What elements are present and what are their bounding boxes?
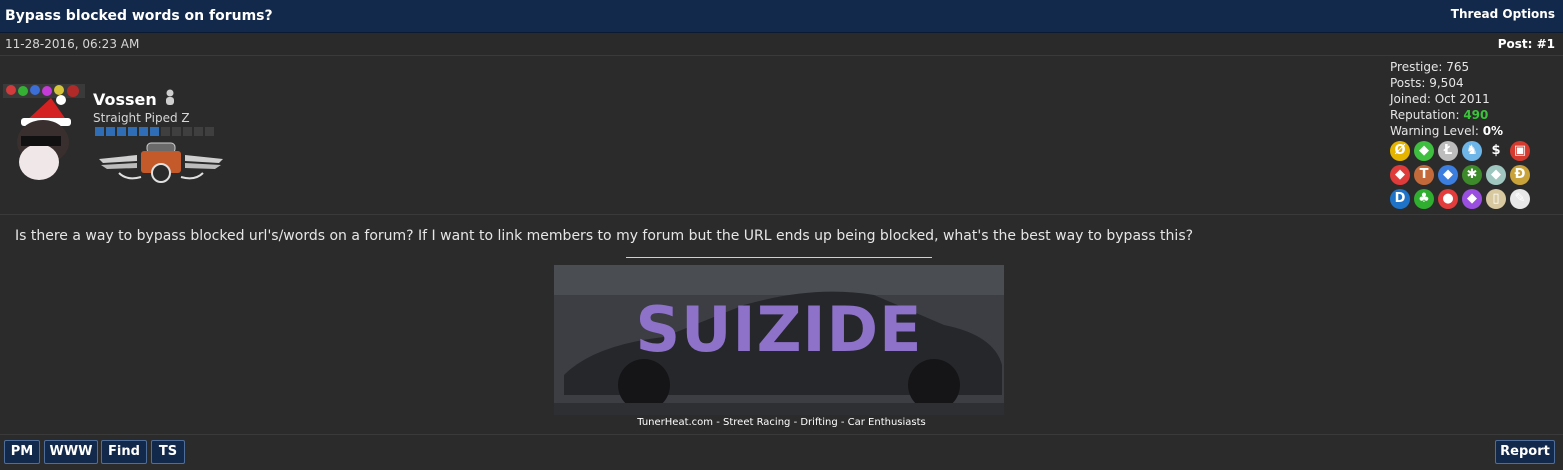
reputation-segment	[161, 127, 170, 136]
post-number-link[interactable]: #1	[1537, 37, 1555, 51]
pm-button[interactable]: PM	[4, 440, 40, 464]
offline-status-icon	[166, 89, 174, 105]
www-button[interactable]: WWW	[44, 440, 98, 464]
user-title: Straight Piped Z	[93, 111, 190, 125]
gift-icon[interactable]: ▣	[1510, 141, 1530, 161]
user-avatar[interactable]	[3, 84, 85, 182]
leaf-icon[interactable]: ✱	[1462, 165, 1482, 185]
dogecoin-icon[interactable]: Ð	[1510, 165, 1530, 185]
reputation-segment	[95, 127, 104, 136]
ornament-lights-icon	[6, 85, 16, 95]
find-button[interactable]: Find	[101, 440, 147, 464]
prestige-stat: Prestige: 765	[1390, 59, 1503, 75]
post-message: Is there a way to bypass blocked url's/w…	[15, 228, 1194, 244]
posts-stat: Posts: 9,504	[1390, 75, 1503, 91]
notepad-icon[interactable]: ✎	[1510, 189, 1530, 209]
post-content: Is there a way to bypass blocked url's/w…	[0, 215, 1563, 435]
thread-options-link[interactable]: Thread Options	[1451, 7, 1555, 21]
signature-divider	[626, 257, 932, 258]
reputation-segment	[172, 127, 181, 136]
reputation-segment	[183, 127, 192, 136]
hammer-icon[interactable]: T	[1414, 165, 1434, 185]
reputation-segment	[205, 127, 214, 136]
warning-label: Warning Level:	[1390, 124, 1479, 138]
thread-title: Bypass blocked words on forums?	[5, 8, 273, 24]
reputation-segment	[194, 127, 203, 136]
prestige-label: Prestige:	[1390, 60, 1443, 74]
reputation-label: Reputation:	[1390, 108, 1460, 122]
post-number-label: Post: #1	[1498, 37, 1555, 51]
joined-stat: Joined: Oct 2011	[1390, 91, 1503, 107]
post-date: 11-28-2016, 06:23 AM	[5, 37, 140, 51]
post-date-bar: 11-28-2016, 06:23 AM Post: #1	[0, 33, 1563, 56]
zero-coin-icon[interactable]: Ø	[1390, 141, 1410, 161]
ts-button[interactable]: TS	[151, 440, 185, 464]
joined-label: Joined:	[1390, 92, 1431, 106]
red-gem-icon[interactable]: ◆	[1390, 165, 1410, 185]
report-button[interactable]: Report	[1495, 440, 1555, 464]
signature-banner[interactable]: SUIZIDE	[554, 265, 1004, 415]
dash-coin-icon[interactable]: D	[1390, 189, 1410, 209]
thread-header: Bypass blocked words on forums? Thread O…	[0, 0, 1563, 33]
reputation-segment	[128, 127, 137, 136]
engine-wings-logo-icon	[99, 142, 223, 183]
green-gem-icon[interactable]: ◆	[1414, 141, 1434, 161]
reputation-value[interactable]: 490	[1463, 108, 1488, 122]
dollar-icon[interactable]: $	[1486, 141, 1506, 161]
posts-label: Posts:	[1390, 76, 1426, 90]
banner-word: SUIZIDE	[635, 293, 923, 366]
reputation-segment	[150, 127, 159, 136]
user-info-panel: Vossen Straight Piped Z Prestige: 765 Po…	[0, 56, 1563, 215]
reputation-bar	[95, 127, 214, 137]
user-stats: Prestige: 765 Posts: 9,504 Joined: Oct 2…	[1390, 59, 1503, 139]
warning-value: 0%	[1482, 124, 1504, 138]
signature-link-text[interactable]: TunerHeat.com - Street Racing - Drifting…	[0, 417, 1563, 428]
post-label: Post:	[1497, 37, 1533, 51]
prestige-value: 765	[1446, 60, 1470, 74]
award-icons-grid: Ø ◆ Ł ♞ $ ▣ ◆ T ◆ ✱ ◆ Ð D ♣ ● ◆ ▯ ✎	[1390, 141, 1540, 213]
beer-icon[interactable]: ▯	[1486, 189, 1506, 209]
blue-gem-icon[interactable]: ◆	[1438, 165, 1458, 185]
purple-gem-icon[interactable]: ◆	[1462, 189, 1482, 209]
reputation-segment	[117, 127, 126, 136]
reputation-segment	[139, 127, 148, 136]
username-link[interactable]: Vossen	[93, 90, 157, 109]
joined-value: Oct 2011	[1434, 92, 1490, 106]
clover-icon[interactable]: ♣	[1414, 189, 1434, 209]
pokeball-icon[interactable]: ●	[1438, 189, 1458, 209]
reputation-segment	[106, 127, 115, 136]
litecoin-icon[interactable]: Ł	[1438, 141, 1458, 161]
ethereum-icon[interactable]: ◆	[1486, 165, 1506, 185]
warning-stat: Warning Level: 0%	[1390, 123, 1503, 139]
pony-icon[interactable]: ♞	[1462, 141, 1482, 161]
reputation-stat: Reputation: 490	[1390, 107, 1503, 123]
posts-value: 9,504	[1429, 76, 1464, 90]
